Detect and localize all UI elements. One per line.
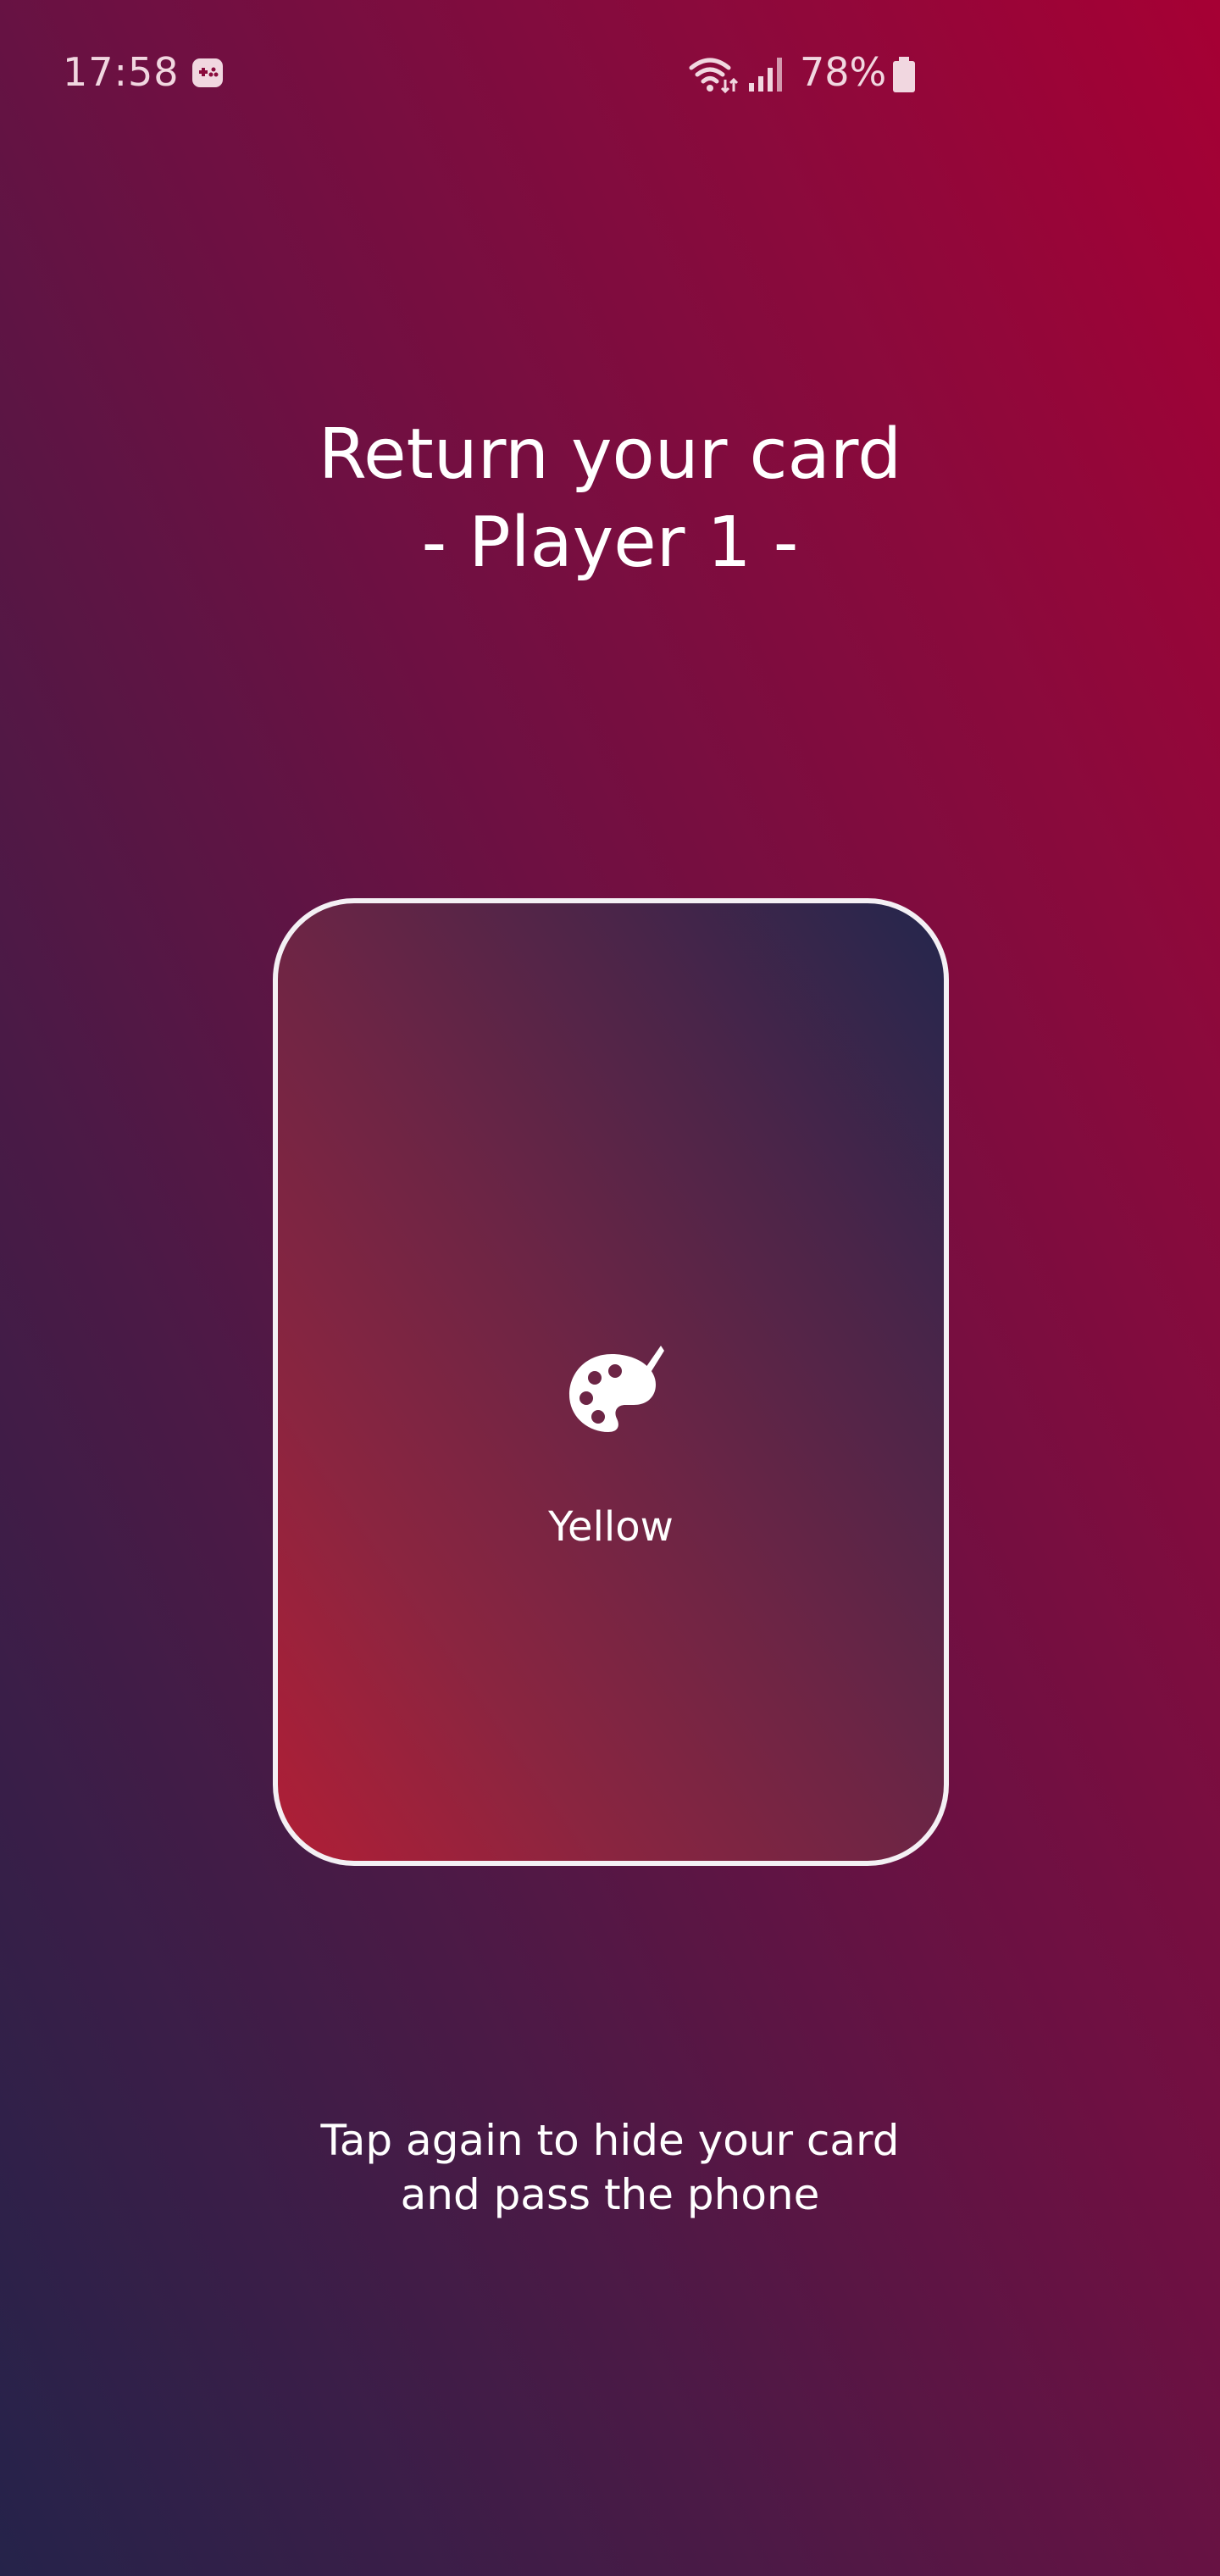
palette-icon <box>569 1346 664 1432</box>
instruction-line-2: and pass the phone <box>400 2170 820 2219</box>
page-title: Return your card - Player 1 - <box>186 411 1034 587</box>
instruction-line-1: Tap again to hide your card <box>320 2116 900 2165</box>
title-line-2: - Player 1 - <box>421 502 799 583</box>
title-line-1: Return your card <box>318 414 902 495</box>
game-icon <box>192 58 223 87</box>
status-bar: 17:58 78% <box>0 0 1220 149</box>
card-word: Yellow <box>548 1503 674 1551</box>
signal-icon <box>749 58 782 92</box>
player-card[interactable]: Yellow <box>273 898 949 1866</box>
instruction-text: Tap again to hide your card and pass the… <box>186 2113 1034 2222</box>
battery-icon <box>893 57 915 92</box>
wifi-icon <box>689 58 739 94</box>
status-indicators: 78% <box>688 49 942 100</box>
battery-percentage: 78% <box>800 49 887 95</box>
status-time: 17:58 <box>63 49 180 95</box>
